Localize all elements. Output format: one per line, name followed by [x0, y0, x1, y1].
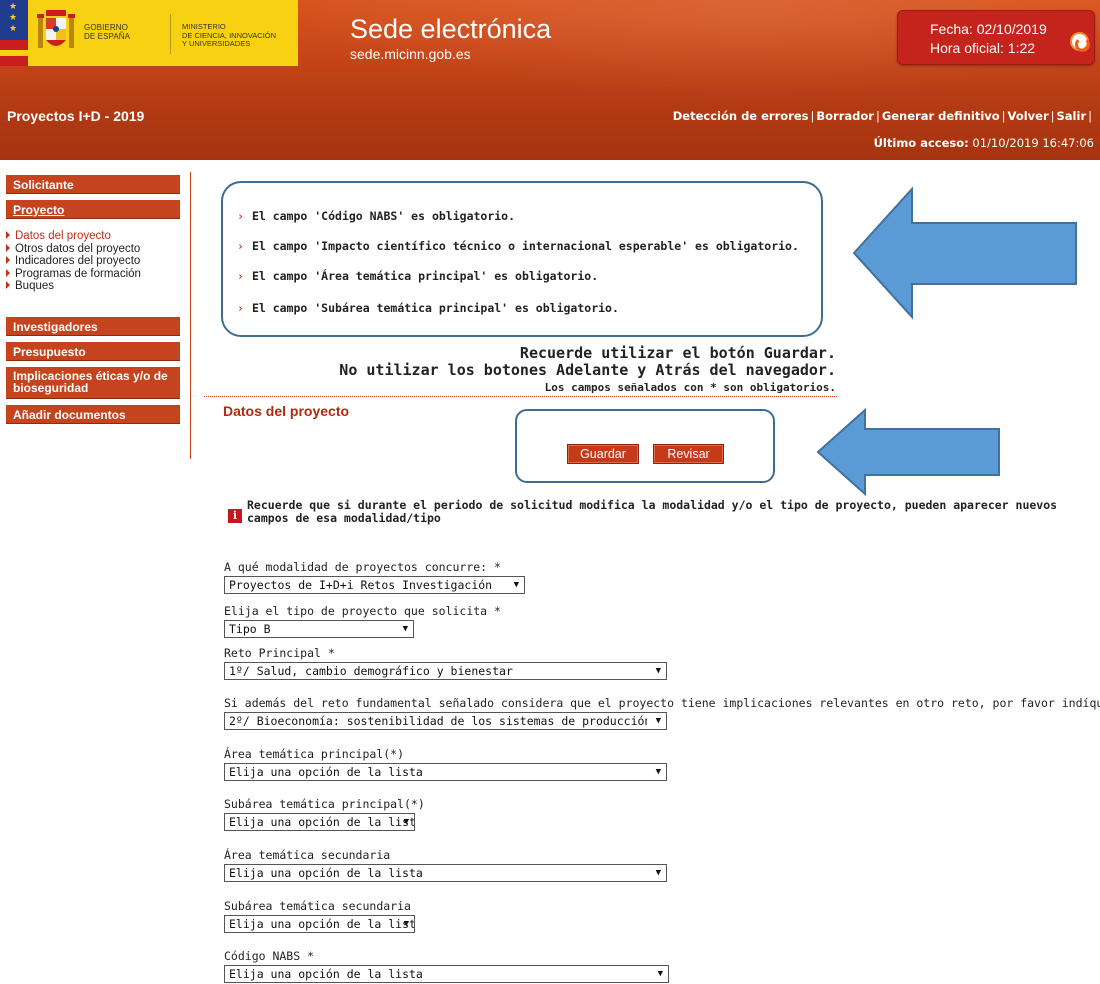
otro-reto-select[interactable]: 2º/ Bioeconomía: sostenibilidad de los s…: [224, 712, 667, 730]
save-notice-line: No utilizar los botones Adelante y Atrás…: [339, 361, 836, 379]
site-url: sede.micinn.gob.es: [350, 46, 471, 62]
eu-flag-icon: ★ ★ ★: [0, 0, 28, 66]
draft-link[interactable]: Borrador: [816, 109, 874, 123]
annotation-arrow-icon: [816, 407, 1000, 497]
subarea-secundaria-select[interactable]: Elija una opción de la lista ▼: [224, 915, 415, 933]
date-label: Fecha: 02/10/2019: [930, 21, 1047, 37]
exit-link[interactable]: Salir: [1057, 109, 1087, 123]
area-secundaria-label: Área temática secundaria: [224, 848, 391, 862]
submenu-item-indicadores[interactable]: Indicadores del proyecto: [6, 255, 141, 268]
dropdown-arrow-icon: ▼: [655, 716, 661, 726]
site-header: ★ ★ ★ GOBIERNO DE ESPAÑA MINISTERIO DE C…: [0, 0, 1100, 96]
section-divider: [204, 396, 837, 397]
reto-principal-select[interactable]: 1º/ Salud, cambio demográfico y bienesta…: [224, 662, 667, 680]
dropdown-arrow-icon: ▼: [655, 868, 661, 878]
last-access-label: Último acceso:: [873, 136, 969, 150]
error-message: › El campo 'Subárea temática principal' e…: [237, 301, 619, 315]
review-button[interactable]: Revisar: [653, 444, 724, 464]
tipo-label: Elija el tipo de proyecto que solicita *: [224, 604, 501, 618]
official-time-label: Hora oficial: 1:22: [930, 40, 1036, 56]
error-detection-link[interactable]: Detección de errores: [673, 109, 809, 123]
chevron-right-icon: ›: [237, 209, 244, 223]
triangle-bullet-icon: [6, 268, 10, 277]
sidebar-item-implicaciones-eticas[interactable]: Implicaciones éticas y/o de bioseguridad: [6, 367, 180, 399]
triangle-bullet-icon: [6, 281, 10, 289]
generate-final-link[interactable]: Generar definitivo: [882, 109, 1000, 123]
otro-reto-label: Si además del reto fundamental señalado …: [224, 696, 1100, 710]
refresh-clock-icon[interactable]: [1070, 32, 1090, 52]
submenu-item-programas-formacion[interactable]: Programas de formación: [6, 268, 141, 281]
logo-divider: [170, 14, 171, 54]
annotation-arrow-icon: [852, 186, 1077, 320]
reto-principal-label: Reto Principal *: [224, 646, 335, 660]
modalidad-select[interactable]: Proyectos de I+D+i Retos Investigación ▼: [224, 576, 525, 594]
info-icon: i: [228, 509, 242, 523]
required-fields-note: Los campos señalados con * son obligator…: [544, 381, 836, 394]
area-secundaria-select[interactable]: Elija una opción de la lista ▼: [224, 864, 667, 882]
submenu-item-datos-proyecto[interactable]: Datos del proyecto: [6, 230, 141, 243]
sidebar-item-anadir-documentos[interactable]: Añadir documentos: [6, 405, 180, 424]
submenu-item-buques[interactable]: Buques: [6, 280, 141, 293]
error-message: › El campo 'Impacto científico técnico o …: [237, 239, 799, 253]
sidebar-item-proyecto[interactable]: Proyecto: [6, 200, 180, 219]
action-buttons-box: Guardar Revisar: [515, 409, 775, 483]
back-link[interactable]: Volver: [1008, 109, 1049, 123]
project-title: Proyectos I+D - 2019: [7, 108, 145, 124]
government-logo[interactable]: ★ ★ ★ GOBIERNO DE ESPAÑA MINISTERIO DE C…: [0, 0, 298, 66]
error-message: › El campo 'Área temática principal' es o…: [237, 269, 599, 283]
area-principal-label: Área temática principal(*): [224, 747, 405, 761]
sidebar-item-investigadores[interactable]: Investigadores: [6, 317, 180, 336]
save-notice: Recuerde utilizar el botón Guardar. No u…: [339, 345, 836, 379]
sidebar-item-solicitante[interactable]: Solicitante: [6, 175, 180, 194]
nabs-label: Código NABS *: [224, 949, 315, 963]
section-title: Datos del proyecto: [223, 403, 350, 419]
chevron-right-icon: ›: [237, 301, 244, 315]
subarea-principal-label: Subárea temática principal(*): [224, 797, 425, 811]
modalidad-label: A qué modalidad de proyectos concurre: *: [224, 560, 501, 574]
error-message: › El campo 'Código NABS' es obligatorio.: [237, 209, 516, 223]
chevron-right-icon: ›: [237, 239, 244, 253]
project-bar: Proyectos I+D - 2019 Detección de errore…: [0, 96, 1100, 160]
site-title[interactable]: Sede electrónica: [350, 14, 551, 45]
sidebar-divider: [190, 172, 191, 459]
dropdown-arrow-icon: ▼: [403, 817, 409, 827]
coat-of-arms-icon: [37, 10, 75, 48]
ministry-name: MINISTERIO DE CIENCIA, INNOVACIÓN Y UNIV…: [182, 22, 277, 48]
nabs-select[interactable]: Elija una opción de la lista ▼: [224, 965, 669, 983]
dropdown-arrow-icon: ▼: [402, 624, 408, 634]
subarea-principal-select[interactable]: Elija una opción de la lista ▼: [224, 813, 415, 831]
last-access-value: 01/10/2019 16:47:06: [972, 136, 1094, 150]
sidebar-item-presupuesto[interactable]: Presupuesto: [6, 342, 180, 361]
tipo-select[interactable]: Tipo B ▼: [224, 620, 414, 638]
top-links: Detección de errores | Borrador | Generar de…: [672, 109, 1092, 123]
save-notice-line: Recuerde utilizar el botón Guardar.: [519, 344, 836, 362]
dropdown-arrow-icon: ▼: [403, 919, 409, 929]
triangle-bullet-icon: [6, 231, 10, 239]
area-principal-select[interactable]: Elija una opción de la lista ▼: [224, 763, 667, 781]
dropdown-arrow-icon: ▼: [655, 666, 661, 676]
chevron-right-icon: ›: [237, 269, 244, 283]
triangle-bullet-icon: [6, 256, 10, 264]
last-access: Último acceso: 01/10/2019 16:47:06: [874, 136, 1094, 150]
validation-errors-box: › El campo 'Código NABS' es obligatorio. …: [221, 181, 823, 337]
dropdown-arrow-icon: ▼: [657, 969, 663, 979]
dropdown-arrow-icon: ▼: [513, 580, 519, 590]
dropdown-arrow-icon: ▼: [655, 767, 661, 777]
sidebar-submenu: Datos del proyecto Otros datos del proye…: [6, 230, 141, 293]
save-button[interactable]: Guardar: [567, 444, 639, 464]
government-name: GOBIERNO DE ESPAÑA: [84, 23, 131, 41]
subarea-secundaria-label: Subárea temática secundaria: [224, 899, 411, 913]
info-message-text: Recuerde que si durante el periodo de so…: [247, 498, 1058, 525]
date-time-box: Fecha: 02/10/2019 Hora oficial: 1:22: [897, 10, 1095, 65]
submenu-item-otros-datos[interactable]: Otros datos del proyecto: [6, 243, 141, 256]
triangle-bullet-icon: [6, 243, 10, 252]
